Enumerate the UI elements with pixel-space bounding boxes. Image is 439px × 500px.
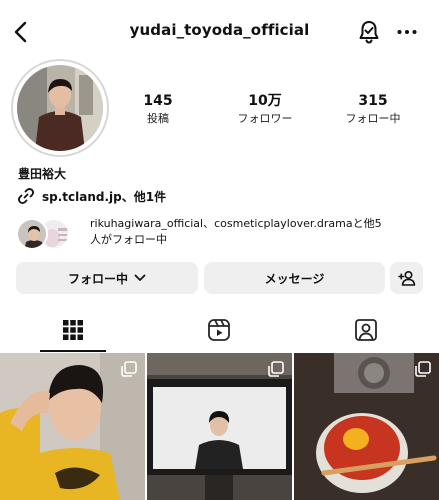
bio-link-text: sp.tcland.jp、他1件 xyxy=(42,189,167,204)
more-horizontal-icon xyxy=(397,30,417,34)
posts-grid xyxy=(0,353,439,500)
followed-by-row[interactable]: rikuhagiwara_official、cosmeticplaylover.… xyxy=(16,216,426,252)
top-bar: yudai_toyoda_official xyxy=(0,0,439,64)
following-count: 315 xyxy=(358,93,388,109)
following-label: フォロー中 xyxy=(345,112,401,125)
bio-link[interactable]: sp.tcland.jp、他1件 xyxy=(16,185,166,207)
mutual-avatar xyxy=(16,218,48,250)
multiple-images-icon xyxy=(268,361,284,377)
posts-count: 145 xyxy=(143,93,173,109)
post-thumbnail[interactable] xyxy=(147,353,292,500)
tab-reels[interactable] xyxy=(146,308,292,352)
profile-tabs xyxy=(0,308,439,352)
tagged-icon xyxy=(355,319,377,341)
followed-by-line-1: rikuhagiwara_official、cosmeticplaylover.… xyxy=(90,217,382,230)
profile-avatar[interactable] xyxy=(17,65,103,151)
chevron-down-icon xyxy=(134,274,146,281)
following-stat[interactable]: 315 フォロー中 xyxy=(325,92,421,127)
link-icon xyxy=(18,188,34,204)
reels-icon xyxy=(208,319,230,341)
tab-tagged[interactable] xyxy=(293,308,439,352)
add-person-icon xyxy=(397,270,415,286)
bell-check-icon xyxy=(359,21,379,44)
add-person-button[interactable] xyxy=(390,262,423,294)
posts-label: 投稿 xyxy=(147,112,169,125)
display-name: 豊田裕大 xyxy=(18,167,67,181)
message-button[interactable]: メッセージ xyxy=(204,262,385,294)
followers-label: フォロワー xyxy=(237,112,293,125)
more-options-button[interactable] xyxy=(395,19,419,45)
posts-stat[interactable]: 145 投稿 xyxy=(110,92,206,127)
notification-button[interactable] xyxy=(356,19,382,45)
followed-by-text: rikuhagiwara_official、cosmeticplaylover.… xyxy=(90,216,430,248)
multiple-images-icon xyxy=(121,361,137,377)
message-button-label: メッセージ xyxy=(264,271,325,286)
followers-count: 10万 xyxy=(248,93,282,109)
following-button-label: フォロー中 xyxy=(67,271,128,286)
multiple-images-icon xyxy=(415,361,431,377)
post-thumbnail[interactable] xyxy=(0,353,145,500)
tab-posts-grid[interactable] xyxy=(0,308,146,352)
grid-icon xyxy=(63,320,83,340)
post-thumbnail[interactable] xyxy=(294,353,439,500)
following-button[interactable]: フォロー中 xyxy=(16,262,198,294)
active-tab-indicator xyxy=(40,350,106,352)
followers-stat[interactable]: 10万 フォロワー xyxy=(217,92,313,127)
followed-by-line-2: 人がフォロー中 xyxy=(90,233,167,246)
